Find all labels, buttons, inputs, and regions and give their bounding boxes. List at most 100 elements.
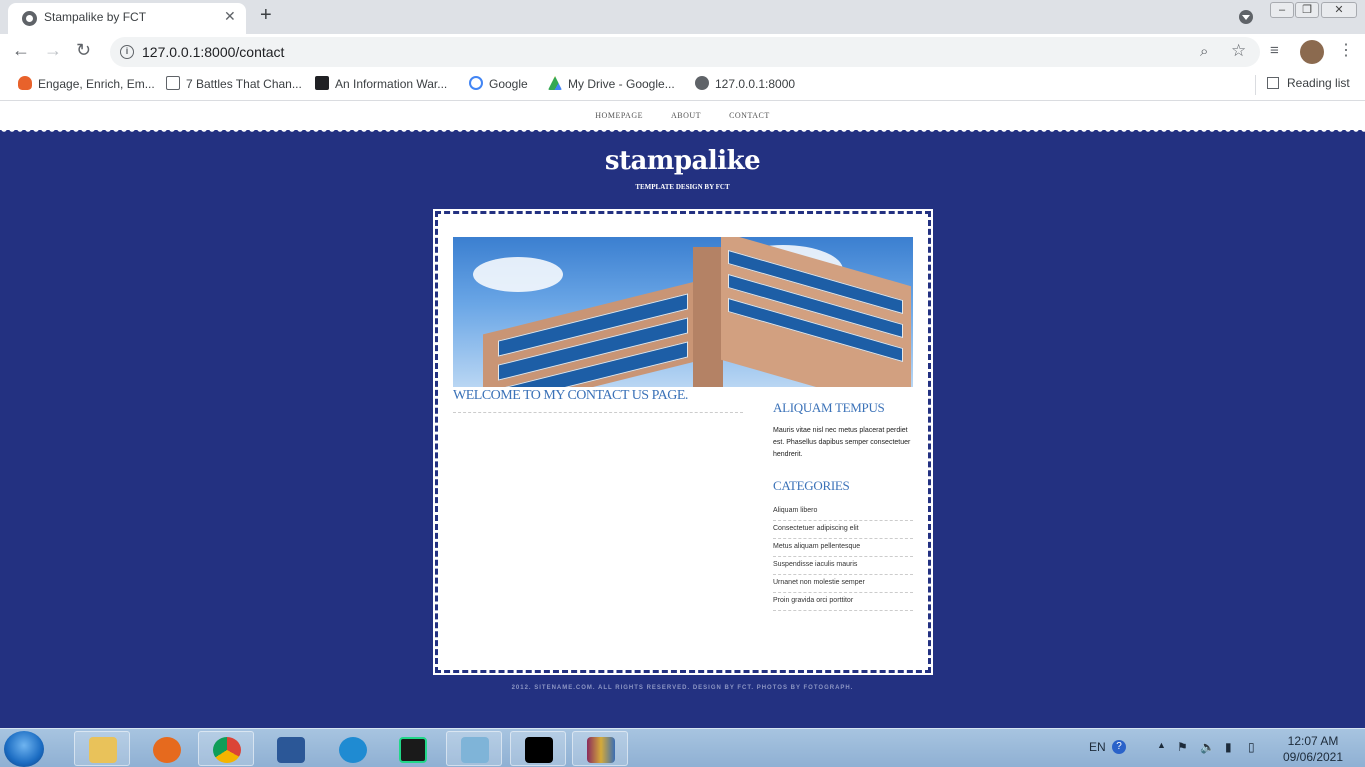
taskbar: EN ? ▲ ⚑ 🔈 ▮ ▯ 12:07 AM 09/06/2021 xyxy=(0,728,1365,767)
bookmark-item[interactable]: My Drive - Google... xyxy=(548,76,675,91)
scalloped-edge xyxy=(0,129,1365,133)
bookmark-item[interactable]: Google xyxy=(469,76,528,91)
bookmark-item[interactable]: 127.0.0.1:8000 xyxy=(695,76,795,91)
network-icon[interactable]: ▮ xyxy=(1225,740,1232,754)
category-item[interactable]: Suspendisse iaculis mauris xyxy=(773,557,913,575)
close-icon[interactable]: ✕ xyxy=(224,8,236,25)
hero-image xyxy=(453,237,913,387)
minimize-icon[interactable]: – xyxy=(1270,2,1294,18)
tab-title: Stampalike by FCT xyxy=(44,10,147,24)
clock-time: 12:07 AM xyxy=(1287,734,1339,748)
taskbar-winrar[interactable] xyxy=(572,731,628,766)
restore-icon[interactable]: ❐ xyxy=(1295,2,1319,18)
tab-strip: Stampalike by FCT ✕ + – ❐ ✕ xyxy=(0,0,1365,34)
info-icon[interactable]: i xyxy=(120,45,134,59)
forward-icon[interactable]: → xyxy=(44,40,62,61)
taskbar-word[interactable] xyxy=(262,731,318,766)
nav-homepage[interactable]: HOMEPAGE xyxy=(595,111,643,120)
pycharm-icon xyxy=(399,737,427,763)
category-item[interactable]: Aliquam libero xyxy=(773,503,913,521)
back-icon[interactable]: ← xyxy=(12,40,30,61)
taskbar-explorer[interactable] xyxy=(74,731,130,766)
category-item[interactable]: Consectetuer adipiscing elit xyxy=(773,521,913,539)
nav-contact[interactable]: CONTACT xyxy=(729,111,770,120)
url-text[interactable]: 127.0.0.1:8000/contact xyxy=(142,44,284,60)
flag-icon[interactable]: ⚑ xyxy=(1177,740,1188,754)
bookmark-item[interactable]: An Information War... xyxy=(315,76,447,91)
globe-icon xyxy=(22,11,37,26)
globe-icon xyxy=(695,76,709,90)
building-corner xyxy=(693,247,723,387)
site-footer: 2012. SITENAME.COM. ALL RIGHTS RESERVED.… xyxy=(511,685,854,691)
sidebar-heading-categories: CATEGORIES xyxy=(773,478,850,493)
reload-icon[interactable]: ↻ xyxy=(76,40,91,61)
google-icon xyxy=(469,76,483,90)
page-icon xyxy=(166,76,180,90)
address-bar[interactable]: i 127.0.0.1:8000/contact ⌕ ☆ xyxy=(110,37,1260,67)
site-title[interactable]: stampalike xyxy=(0,146,1365,176)
category-list: Aliquam libero Consectetuer adipiscing e… xyxy=(773,503,913,611)
bookmark-label: Google xyxy=(489,77,528,91)
bookmark-label: An Information War... xyxy=(335,77,448,91)
tab-search-icon[interactable] xyxy=(1239,10,1253,24)
avatar[interactable] xyxy=(1300,40,1324,64)
clock-date: 09/06/2021 xyxy=(1282,750,1344,764)
bookmarks-bar: Engage, Enrich, Em... 7 Battles That Cha… xyxy=(0,70,1365,101)
winrar-icon xyxy=(587,737,615,763)
volume-icon[interactable]: 🔈 xyxy=(1200,740,1215,754)
bookmark-item[interactable]: Engage, Enrich, Em... xyxy=(18,76,155,91)
bookmark-label: Engage, Enrich, Em... xyxy=(38,77,155,91)
taskbar-firefox[interactable] xyxy=(138,731,194,766)
tab-active[interactable]: Stampalike by FCT ✕ xyxy=(8,3,246,34)
clock[interactable]: 12:07 AM 09/06/2021 xyxy=(1278,733,1348,765)
zoom-icon[interactable]: ⌕ xyxy=(1200,43,1208,60)
browser-toolbar: ← → ↻ i 127.0.0.1:8000/contact ⌕ ☆ ≡ ⋮ xyxy=(0,34,1365,70)
top-nav: HOMEPAGE ABOUT CONTACT xyxy=(0,102,1365,130)
folder-icon xyxy=(89,737,117,763)
bookmark-label: My Drive - Google... xyxy=(568,77,675,91)
new-tab-icon[interactable]: + xyxy=(260,4,272,27)
content-stamp: WELCOME TO MY CONTACT US PAGE. ALIQUAM T… xyxy=(433,209,933,675)
language-indicator[interactable]: EN xyxy=(1089,740,1106,754)
nav-about[interactable]: ABOUT xyxy=(671,111,701,120)
taskbar-notepad[interactable] xyxy=(446,731,502,766)
drive-icon xyxy=(548,76,562,90)
chrome-icon xyxy=(213,737,241,763)
dark-square-icon xyxy=(315,76,329,90)
cmd-icon xyxy=(525,737,553,763)
power-icon[interactable]: ▯ xyxy=(1248,740,1255,754)
reading-list-label: Reading list xyxy=(1287,76,1350,90)
edge-icon xyxy=(339,737,367,763)
category-item[interactable]: Urnanet non molestie semper xyxy=(773,575,913,593)
bookmark-item[interactable]: 7 Battles That Chan... xyxy=(166,76,302,91)
help-icon[interactable]: ? xyxy=(1112,740,1126,754)
reading-list-button[interactable]: Reading list xyxy=(1267,76,1350,90)
window-close-icon[interactable]: ✕ xyxy=(1321,2,1357,18)
divider xyxy=(453,412,743,413)
category-item[interactable]: Proin gravida orci porttitor xyxy=(773,593,913,611)
sidebar-heading-aliquam: ALIQUAM TEMPUS xyxy=(773,400,885,415)
reading-list-icon xyxy=(1267,77,1279,89)
taskbar-edge[interactable] xyxy=(324,731,380,766)
show-hidden-icon[interactable]: ▲ xyxy=(1157,740,1166,750)
taskbar-chrome[interactable] xyxy=(198,731,254,766)
web-page: HOMEPAGE ABOUT CONTACT stampalike TEMPLA… xyxy=(0,102,1365,728)
page-heading: WELCOME TO MY CONTACT US PAGE. xyxy=(453,388,688,403)
menu-icon[interactable]: ⋮ xyxy=(1338,40,1354,60)
word-icon xyxy=(277,737,305,763)
star-icon[interactable]: ☆ xyxy=(1231,41,1246,61)
taskbar-cmd[interactable] xyxy=(510,731,566,766)
category-item[interactable]: Metus aliquam pellentesque xyxy=(773,539,913,557)
taskbar-pycharm[interactable] xyxy=(384,731,440,766)
bookmark-label: 127.0.0.1:8000 xyxy=(715,77,796,91)
sidebar-text: Mauris vitae nisl nec metus placerat per… xyxy=(773,427,911,458)
notepad-icon xyxy=(461,737,489,763)
cloud xyxy=(473,257,563,292)
start-button[interactable] xyxy=(4,731,44,767)
firefox-icon xyxy=(153,737,181,763)
flame-icon xyxy=(18,76,32,90)
media-control-icon[interactable]: ≡ xyxy=(1270,42,1279,59)
divider xyxy=(1255,75,1256,95)
site-subtitle: TEMPLATE DESIGN BY FCT xyxy=(635,183,730,191)
bookmark-label: 7 Battles That Chan... xyxy=(186,77,302,91)
